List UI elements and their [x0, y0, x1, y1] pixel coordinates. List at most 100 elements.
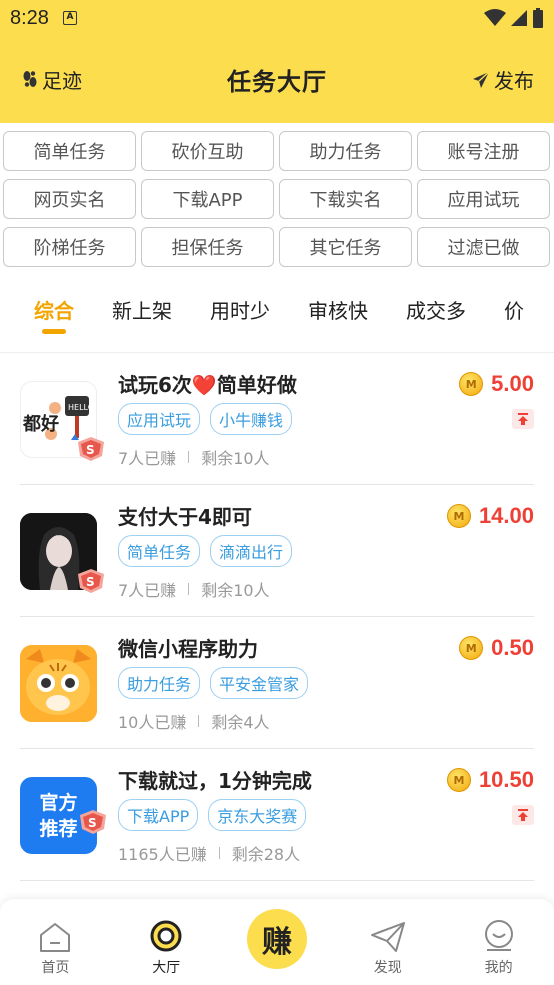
nav-earn[interactable]: 赚	[222, 899, 333, 985]
task-item[interactable]: 微信小程序助力 助力任务 平安金管家 10人已赚 剩余4人 M 0.50	[20, 617, 534, 749]
remaining-count: 剩余10人	[201, 581, 270, 600]
task-name: 支付大于4即可	[118, 505, 252, 529]
filter-chip[interactable]: 下载实名	[279, 179, 412, 219]
meta-divider	[198, 715, 200, 727]
task-tags: 助力任务 平安金管家	[118, 667, 309, 699]
sort-tab-most-deals[interactable]: 成交多	[406, 295, 466, 324]
hall-ring-icon	[150, 920, 182, 952]
svg-text:S: S	[86, 575, 95, 589]
task-reward: M 5.00	[459, 371, 534, 397]
coin-icon: M	[446, 504, 471, 528]
remaining-count: 剩余28人	[231, 845, 301, 864]
battery-icon	[533, 8, 543, 28]
filter-chip[interactable]: 担保任务	[141, 227, 274, 267]
task-tags: 简单任务 滴滴出行	[118, 535, 293, 567]
svg-text:S: S	[88, 816, 97, 830]
thumb-text: 都好	[22, 413, 59, 435]
status-right	[484, 8, 544, 28]
filter-chip[interactable]: 账号注册	[417, 131, 550, 171]
task-name: 微信小程序助力	[118, 637, 258, 661]
filter-chip[interactable]: 其它任务	[279, 227, 412, 267]
task-list: HELLO 都好 S 试玩6次❤️简单好做 应用试玩 小牛赚钱 7人已赚 剩余1…	[0, 353, 554, 881]
task-item[interactable]: S 支付大于4即可 简单任务 滴滴出行 7人已赚 剩余10人 M 14.00	[20, 485, 534, 617]
page-title: 任务大厅	[227, 68, 327, 96]
status-time: 8:28	[10, 6, 49, 29]
earned-count: 7人已赚	[118, 581, 177, 600]
filter-chip[interactable]: 应用试玩	[417, 179, 550, 219]
reward-amount: 5.00	[491, 371, 534, 396]
thumb-text: 官方推荐	[39, 791, 78, 840]
smile-face-icon	[484, 920, 513, 951]
send-icon	[473, 70, 490, 88]
paper-plane-icon	[370, 922, 405, 952]
sort-tab-price[interactable]: 价	[504, 295, 524, 324]
nav-mine[interactable]: 我的	[443, 899, 554, 985]
svg-text:HELLO: HELLO	[68, 403, 94, 412]
shield-s-badge-icon: S	[80, 810, 106, 834]
pinned-top-icon	[512, 805, 534, 825]
task-tag: 京东大奖赛	[208, 799, 307, 831]
sort-tab-comprehensive[interactable]: 综合	[34, 295, 74, 334]
filter-chip[interactable]: 砍价互助	[141, 131, 274, 171]
earned-count: 10人已赚	[118, 713, 187, 732]
bottom-navigation: 首页 大厅 赚 发现 我的	[0, 899, 554, 985]
task-name: 下载就过，1分钟完成	[118, 769, 312, 793]
publish-button[interactable]: 发布	[472, 65, 534, 94]
reward-amount: 0.50	[491, 635, 534, 660]
task-thumbnail	[20, 645, 97, 722]
task-item[interactable]: 官方推荐 S 下载就过，1分钟完成 下载APP 京东大奖赛 1165人已赚 剩余…	[20, 749, 534, 881]
task-tags: 应用试玩 小牛赚钱	[118, 403, 293, 435]
task-tag: 滴滴出行	[210, 535, 293, 567]
meta-divider	[218, 847, 220, 859]
coin-icon: M	[446, 768, 471, 792]
task-tag: 助力任务	[118, 667, 201, 699]
shield-s-badge-icon: S	[78, 437, 104, 461]
nav-discover-label: 发现	[373, 960, 402, 976]
earned-count: 1165人已赚	[118, 845, 207, 864]
nav-home[interactable]: 首页	[0, 899, 111, 985]
task-name: 试玩6次❤️简单好做	[118, 373, 297, 397]
shield-s-badge-icon: S	[78, 569, 104, 593]
task-reward: M 10.50	[446, 767, 534, 793]
nav-discover[interactable]: 发现	[332, 899, 443, 985]
task-tag: 简单任务	[118, 535, 201, 567]
filter-chip[interactable]: 网页实名	[3, 179, 136, 219]
screen: 8:28 A 足迹 任务大厅 发布 简单任务 砍价互助 助力任务 账号注册 网页…	[0, 0, 554, 985]
nav-home-label: 首页	[41, 960, 70, 976]
task-item[interactable]: HELLO 都好 S 试玩6次❤️简单好做 应用试玩 小牛赚钱 7人已赚 剩余1…	[20, 353, 534, 485]
publish-label: 发布	[494, 69, 534, 93]
task-reward: M 14.00	[446, 503, 534, 529]
footprint-label: 足迹	[42, 69, 82, 93]
meta-divider	[188, 583, 190, 595]
sort-tabs: 综合 新上架 用时少 审核快 成交多 价	[0, 267, 554, 353]
earned-count: 7人已赚	[118, 449, 177, 468]
footprint-icon	[23, 70, 37, 87]
nav-hall[interactable]: 大厅	[111, 899, 222, 985]
sort-tab-shortest-time[interactable]: 用时少	[210, 295, 270, 324]
filter-chip[interactable]: 过滤已做	[417, 227, 550, 267]
sort-tab-newest[interactable]: 新上架	[112, 295, 172, 324]
top-bar: 8:28 A 足迹 任务大厅 发布	[0, 0, 554, 123]
reward-amount: 10.50	[478, 767, 534, 792]
nav-mine-label: 我的	[484, 960, 513, 976]
category-filter-grid: 简单任务 砍价互助 助力任务 账号注册 网页实名 下载APP 下载实名 应用试玩…	[0, 123, 554, 267]
earn-button[interactable]: 赚	[246, 909, 307, 969]
coin-icon: M	[459, 372, 484, 396]
task-tag: 应用试玩	[118, 403, 201, 435]
sim-notification-icon: A	[62, 11, 77, 25]
meta-divider	[188, 451, 190, 463]
footprint-button[interactable]: 足迹	[22, 65, 82, 94]
reward-amount: 14.00	[478, 503, 534, 528]
filter-chip[interactable]: 阶梯任务	[3, 227, 136, 267]
filter-chip[interactable]: 简单任务	[3, 131, 136, 171]
sort-tab-fast-review[interactable]: 审核快	[308, 295, 368, 324]
task-tags: 下载APP 京东大奖赛	[118, 799, 307, 831]
filter-chip[interactable]: 下载APP	[141, 179, 274, 219]
coin-icon: M	[459, 636, 484, 660]
task-meta: 7人已赚 剩余10人	[118, 577, 270, 601]
header: 足迹 任务大厅 发布	[0, 36, 554, 123]
task-meta: 7人已赚 剩余10人	[118, 445, 270, 469]
filter-chip[interactable]: 助力任务	[279, 131, 412, 171]
task-tag: 小牛赚钱	[210, 403, 293, 435]
task-meta: 10人已赚 剩余4人	[118, 709, 270, 733]
